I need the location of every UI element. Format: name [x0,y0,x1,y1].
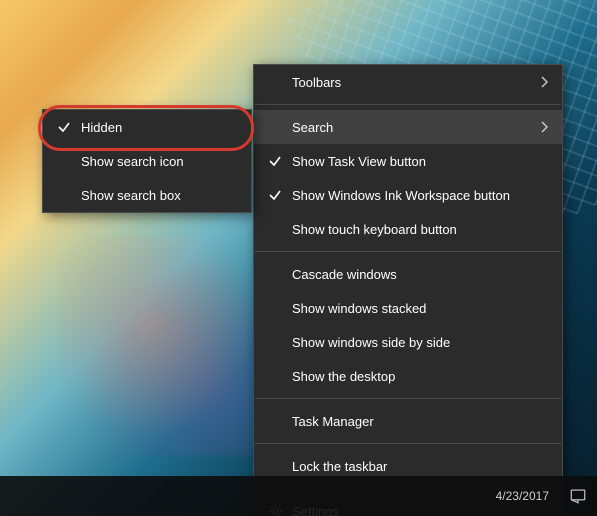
check-icon [53,120,75,134]
menu-item-show-windows-stacked[interactable]: Show windows stacked [254,291,562,325]
notifications-icon[interactable] [569,487,587,505]
menu-item-show-touch-keyboard[interactable]: Show touch keyboard button [254,212,562,246]
taskbar-date[interactable]: 4/23/2017 [496,489,549,503]
menu-item-show-ink-workspace[interactable]: Show Windows Ink Workspace button [254,178,562,212]
menu-item-label: Hidden [75,120,237,135]
desktop: Toolbars Search Show Task View button Sh… [0,0,597,516]
menu-item-show-windows-side-by-side[interactable]: Show windows side by side [254,325,562,359]
check-icon [264,188,286,202]
submenu-item-hidden[interactable]: Hidden [43,110,251,144]
menu-item-label: Show search icon [75,154,237,169]
menu-item-label: Toolbars [286,75,540,90]
menu-item-search[interactable]: Search [254,110,562,144]
submenu-item-show-search-box[interactable]: Show search box [43,178,251,212]
taskbar-context-menu: Toolbars Search Show Task View button Sh… [253,64,563,516]
search-submenu: Hidden Show search icon Show search box [42,109,252,213]
menu-item-label: Search [286,120,540,135]
menu-separator [255,443,561,444]
submenu-item-show-search-icon[interactable]: Show search icon [43,144,251,178]
menu-item-label: Cascade windows [286,267,548,282]
menu-item-show-the-desktop[interactable]: Show the desktop [254,359,562,393]
chevron-right-icon [540,121,548,133]
chevron-right-icon [540,76,548,88]
menu-item-label: Show Windows Ink Workspace button [286,188,548,203]
menu-item-label: Show windows side by side [286,335,548,350]
taskbar[interactable]: 4/23/2017 [0,476,597,516]
menu-item-label: Show windows stacked [286,301,548,316]
menu-item-cascade-windows[interactable]: Cascade windows [254,257,562,291]
menu-item-task-manager[interactable]: Task Manager [254,404,562,438]
menu-item-label: Show touch keyboard button [286,222,548,237]
menu-separator [255,251,561,252]
menu-item-label: Lock the taskbar [286,459,548,474]
menu-item-label: Show the desktop [286,369,548,384]
check-icon [264,154,286,168]
menu-item-label: Show Task View button [286,154,548,169]
menu-item-label: Task Manager [286,414,548,429]
menu-separator [255,104,561,105]
menu-item-show-task-view[interactable]: Show Task View button [254,144,562,178]
menu-separator [255,398,561,399]
menu-item-label: Show search box [75,188,237,203]
menu-item-toolbars[interactable]: Toolbars [254,65,562,99]
